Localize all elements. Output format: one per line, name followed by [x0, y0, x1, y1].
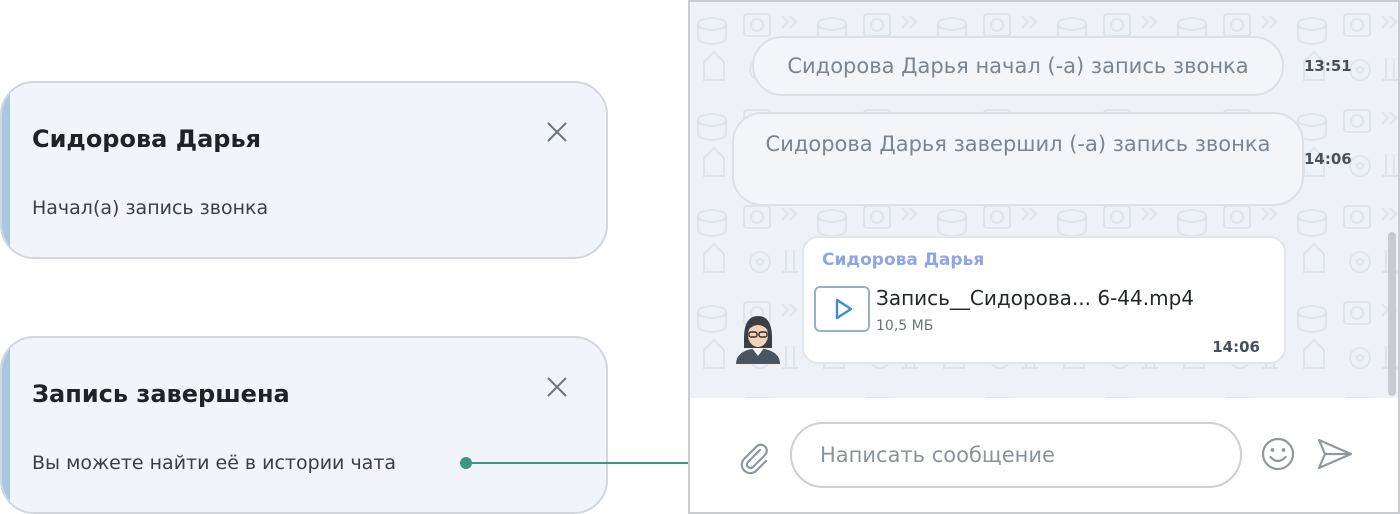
message-timestamp: 14:06 — [1212, 338, 1260, 356]
callout-connector-dot — [460, 457, 472, 469]
callout-connector-line — [464, 462, 692, 464]
chat-scrollbar[interactable] — [1388, 232, 1396, 396]
message-composer — [690, 398, 1398, 512]
file-size: 10,5 МБ — [876, 318, 934, 334]
notification-body: Начал(а) запись звонка — [32, 197, 269, 219]
close-icon[interactable] — [544, 374, 570, 400]
close-icon[interactable] — [544, 119, 570, 145]
message-timestamp: 13:51 — [1304, 57, 1352, 75]
notification-body: Вы можете найти её в истории чата — [32, 452, 397, 474]
chat-history: Сидорова Дарья начал (-а) запись звонка … — [690, 2, 1398, 398]
message-sender-name: Сидорова Дарья — [822, 250, 985, 270]
notification-recording-finished: Запись завершена Вы можете найти её в ис… — [0, 336, 608, 514]
send-icon[interactable] — [1316, 436, 1354, 472]
paperclip-icon[interactable] — [736, 440, 770, 475]
message-timestamp: 14:06 — [1304, 150, 1352, 168]
file-message[interactable]: Сидорова Дарья Запись__Сидорова... 6-44.… — [802, 236, 1286, 364]
avatar[interactable] — [730, 308, 786, 364]
system-message: Сидорова Дарья завершил (-а) запись звон… — [732, 112, 1304, 206]
notification-accent-stripe — [2, 83, 10, 257]
notification-title: Запись завершена — [32, 380, 290, 408]
notification-title: Сидорова Дарья — [32, 125, 262, 153]
message-input[interactable] — [790, 422, 1242, 488]
notification-accent-stripe — [2, 338, 10, 512]
notification-recording-started: Сидорова Дарья Начал(а) запись звонка — [0, 81, 608, 259]
system-message: Сидорова Дарья начал (-а) запись звонка — [752, 36, 1284, 96]
file-name[interactable]: Запись__Сидорова... 6-44.mp4 — [876, 286, 1194, 310]
smiley-icon[interactable] — [1260, 436, 1296, 472]
play-icon[interactable] — [814, 286, 870, 332]
chat-window: Сидорова Дарья начал (-а) запись звонка … — [688, 0, 1400, 514]
